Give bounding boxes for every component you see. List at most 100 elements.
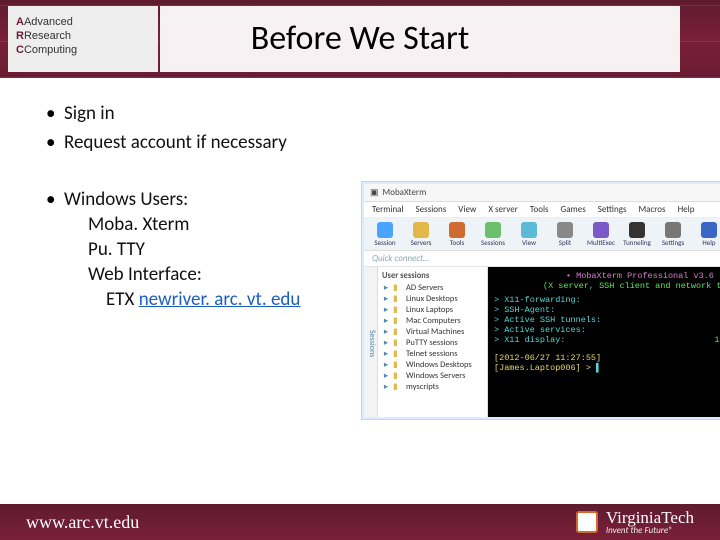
terminal-line: > Active SSH tunnels: 1	[494, 315, 720, 325]
menu-item[interactable]: Games	[561, 204, 586, 215]
toolbar-icon	[701, 222, 717, 238]
toolbar-button[interactable]: MultiExec	[586, 222, 616, 246]
tree-node[interactable]: ▸▮Windows Desktops	[382, 360, 483, 370]
toolbar-icon	[413, 222, 429, 238]
toolbar-icon	[485, 222, 501, 238]
menu-item[interactable]: X server	[488, 204, 518, 215]
bullet-text: Windows Users:	[64, 188, 188, 211]
tree-expand-icon[interactable]: ▸	[382, 283, 390, 293]
terminal-pane[interactable]: • MobaXterm Professional v3.6 • (X serve…	[488, 267, 720, 417]
toolbar-button[interactable]: Tools	[442, 222, 472, 246]
bullet-text: Sign in	[64, 102, 115, 125]
toolbar-label: Tools	[450, 239, 465, 246]
menu-item[interactable]: Macros	[638, 204, 665, 215]
menu-item[interactable]: View	[458, 204, 476, 215]
terminal-prompt-host: [James.Laptop006] >	[494, 363, 591, 373]
bullet-list-windows: Windows Users: Moba. Xterm Pu. TTY Web I…	[40, 188, 340, 311]
slide-footer: www.arc.vt.edu VirginiaTech Invent the F…	[0, 504, 720, 540]
toolbar-label: MultiExec	[587, 239, 615, 246]
tree-expand-icon[interactable]: ▸	[382, 360, 390, 370]
bullet-item: Windows Users: Moba. Xterm Pu. TTY Web I…	[40, 188, 340, 311]
toolbar-button[interactable]: Tunneling	[622, 222, 652, 246]
tree-expand-icon[interactable]: ▸	[382, 371, 390, 381]
toolbar-button[interactable]: Session	[370, 222, 400, 246]
toolbar-icon	[557, 222, 573, 238]
tree-node[interactable]: ▸▮myscripts	[382, 382, 483, 392]
tree-expand-icon[interactable]: ▸	[382, 316, 390, 326]
folder-icon: ▮	[393, 360, 403, 370]
tree-node[interactable]: ▸▮PuTTY sessions	[382, 338, 483, 348]
folder-icon: ▮	[393, 382, 403, 392]
tree-node-label: Mac Computers	[406, 316, 461, 326]
footer-url: www.arc.vt.edu	[26, 512, 139, 533]
terminal-banner-sub: (X server, SSH client and network tools)	[543, 281, 720, 291]
toolbar-button[interactable]: Sessions	[478, 222, 508, 246]
tree-node[interactable]: ▸▮Virtual Machines	[382, 327, 483, 337]
quick-connect-text: Quick connect…	[372, 253, 429, 264]
tree-node[interactable]: ▸▮AD Servers	[382, 283, 483, 293]
toolbar-label: Sessions	[481, 239, 505, 246]
quick-connect-bar[interactable]: Quick connect…	[364, 251, 720, 267]
bullet-item: Request account if necessary	[40, 131, 680, 154]
menu-item[interactable]: Settings	[598, 204, 627, 215]
tree-node[interactable]: ▸▮Linux Desktops	[382, 294, 483, 304]
toolbar-label: View	[522, 239, 536, 246]
tree-expand-icon[interactable]: ▸	[382, 305, 390, 315]
folder-icon: ▮	[393, 349, 403, 359]
vt-tagline: Invent the Future®	[606, 526, 694, 535]
tree-expand-icon[interactable]: ▸	[382, 338, 390, 348]
terminal-line: > X11 display: 192.168.01.2:0.0	[494, 335, 720, 345]
folder-icon: ▮	[393, 371, 403, 381]
cursor-icon: ▌	[596, 363, 601, 373]
tree-expand-icon[interactable]: ▸	[382, 349, 390, 359]
vt-name: VirginiaTech	[606, 509, 694, 526]
folder-icon: ▮	[393, 283, 403, 293]
bullet-text: Request account if necessary	[64, 131, 287, 154]
toolbar-label: Session	[374, 239, 395, 246]
tree-node[interactable]: ▸▮Linux Laptops	[382, 305, 483, 315]
toolbar-label: Help	[702, 239, 715, 246]
screenshot-titlebar: ▣ MobaXterm — □ ✕	[364, 184, 720, 202]
vt-logo: VirginiaTech Invent the Future®	[576, 509, 694, 535]
tree-expand-icon[interactable]: ▸	[382, 327, 390, 337]
slide-header: AAdvanced RResearch CComputing Before We…	[0, 0, 720, 78]
sub-item: ETX newriver. arc. vt. edu	[88, 288, 340, 311]
tree-node[interactable]: ▸▮Mac Computers	[382, 316, 483, 326]
menu-item[interactable]: Sessions	[416, 204, 447, 215]
terminal-banner: • MobaXterm Professional v3.6 •	[566, 271, 720, 281]
toolbar-button[interactable]: Split	[550, 222, 580, 246]
menu-item[interactable]: Tools	[530, 204, 549, 215]
session-tree: User sessions ▸▮AD Servers▸▮Linux Deskto…	[378, 267, 488, 417]
toolbar-button[interactable]: Settings	[658, 222, 688, 246]
toolbar-icon	[629, 222, 645, 238]
bullet-list-top: Sign in Request account if necessary	[40, 102, 680, 154]
folder-icon: ▮	[393, 316, 403, 326]
folder-icon: ▮	[393, 338, 403, 348]
terminal-line: > Active services: 1	[494, 325, 720, 335]
tree-node-label: Linux Laptops	[406, 305, 453, 315]
vt-badge-icon	[576, 511, 598, 533]
toolbar-icon	[521, 222, 537, 238]
tree-expand-icon[interactable]: ▸	[382, 382, 390, 392]
folder-icon: ▮	[393, 305, 403, 315]
tree-node[interactable]: ▸▮Telnet sessions	[382, 349, 483, 359]
etx-link[interactable]: newriver. arc. vt. edu	[139, 288, 301, 311]
sub-item: Pu. TTY	[88, 238, 340, 261]
toolbar-button[interactable]: Help	[694, 222, 720, 246]
tree-node-label: AD Servers	[406, 283, 443, 293]
terminal-line: > X11-forwarding: ✓	[494, 295, 720, 305]
tree-node-label: Windows Servers	[406, 371, 465, 381]
folder-icon: ▮	[393, 327, 403, 337]
toolbar-icon	[665, 222, 681, 238]
sidebar-tab[interactable]: Sessions	[364, 267, 378, 417]
toolbar-button[interactable]: Servers	[406, 222, 436, 246]
toolbar-icon	[449, 222, 465, 238]
tree-node-label: PuTTY sessions	[406, 338, 458, 348]
tree-node[interactable]: ▸▮Windows Servers	[382, 371, 483, 381]
menu-item[interactable]: Terminal	[372, 204, 404, 215]
toolbar-button[interactable]: View	[514, 222, 544, 246]
tree-expand-icon[interactable]: ▸	[382, 294, 390, 304]
etx-label: ETX	[106, 288, 139, 311]
tree-node-label: Telnet sessions	[406, 349, 457, 359]
menu-item[interactable]: Help	[678, 204, 695, 215]
